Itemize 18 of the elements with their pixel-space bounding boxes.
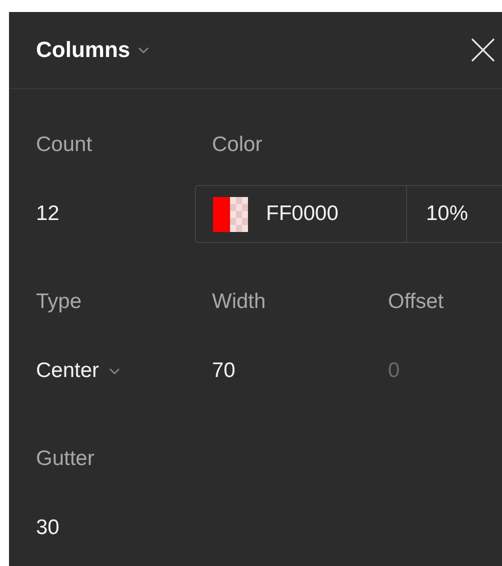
color-swatch[interactable] [213,196,248,232]
hex-value: FF0000 [265,201,340,227]
number-field[interactable]: 30 [36,499,176,557]
field-label: Count [36,135,94,155]
chevron-icon [109,368,120,374]
field-label: Offset [388,292,445,312]
field-label: Gutter [36,449,96,469]
chevron-icon [138,46,150,54]
number-field[interactable]: 70 [212,342,352,400]
panel-title[interactable]: Columns [36,37,150,63]
field-label: Type [36,292,83,312]
field-label: Width [212,292,267,312]
number-field[interactable]: 12 [36,185,176,243]
opacity-value: 10% [426,202,468,226]
close-icon[interactable] [471,38,495,62]
type-dropdown[interactable]: Center [36,342,120,400]
color-field[interactable]: FF0000 10% [195,185,502,243]
field-label: Color [212,135,264,155]
